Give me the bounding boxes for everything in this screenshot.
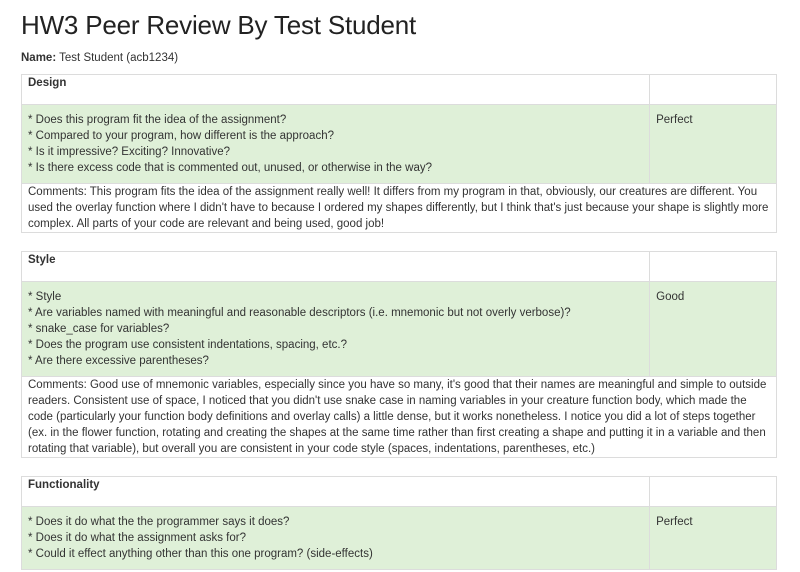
- question-line: * Does this program fit the idea of the …: [28, 114, 287, 126]
- name-value: Test Student (acb1234): [59, 52, 179, 64]
- question-line: * snake_case for variables?: [28, 323, 170, 335]
- section-header: Functionality: [20, 476, 651, 507]
- question-line: * Are variables named with meaningful an…: [28, 307, 571, 319]
- question-line: * Are there excessive parentheses?: [28, 355, 209, 367]
- comments-cell: Comments: This program fits the idea of …: [21, 183, 777, 233]
- question-line: * Is there excess code that is commented…: [28, 162, 432, 174]
- section-header-empty-cell: [649, 476, 777, 507]
- question-line: * Does it do what the the programmer say…: [28, 516, 290, 528]
- question-line: * Does it do what the assignment asks fo…: [28, 532, 246, 544]
- section-header: Style: [20, 251, 651, 282]
- question-line: * Style: [28, 291, 62, 303]
- question-line: * Compared to your program, how differen…: [28, 130, 334, 142]
- rating-cell: Perfect: [649, 506, 777, 570]
- review-page: HW3 Peer Review By Test Student Name: Te…: [0, 0, 800, 570]
- section-header-empty-cell: [649, 74, 777, 105]
- name-label: Name:: [21, 52, 57, 64]
- questions-cell: * Does it do what the the programmer say…: [20, 506, 651, 570]
- questions-cell: * Does this program fit the idea of the …: [20, 104, 651, 184]
- question-line: * Does the program use consistent indent…: [28, 339, 347, 351]
- design-section-table: Design * Does this program fit the idea …: [20, 74, 777, 233]
- style-section-table: Style * Style * Are variables named with…: [20, 251, 777, 458]
- functionality-section-table: Functionality * Does it do what the the …: [20, 476, 777, 570]
- section-header: Design: [20, 74, 651, 105]
- section-header-empty-cell: [649, 251, 777, 282]
- question-line: * Could it effect anything other than th…: [28, 548, 373, 560]
- student-name-line: Name: Test Student (acb1234): [21, 51, 777, 65]
- rating-cell: Good: [649, 281, 777, 377]
- question-line: * Is it impressive? Exciting? Innovative…: [28, 146, 230, 158]
- rating-cell: Perfect: [649, 104, 777, 184]
- questions-cell: * Style * Are variables named with meani…: [20, 281, 651, 377]
- page-title: HW3 Peer Review By Test Student: [21, 10, 417, 40]
- comments-cell: Comments: Good use of mnemonic variables…: [21, 376, 777, 458]
